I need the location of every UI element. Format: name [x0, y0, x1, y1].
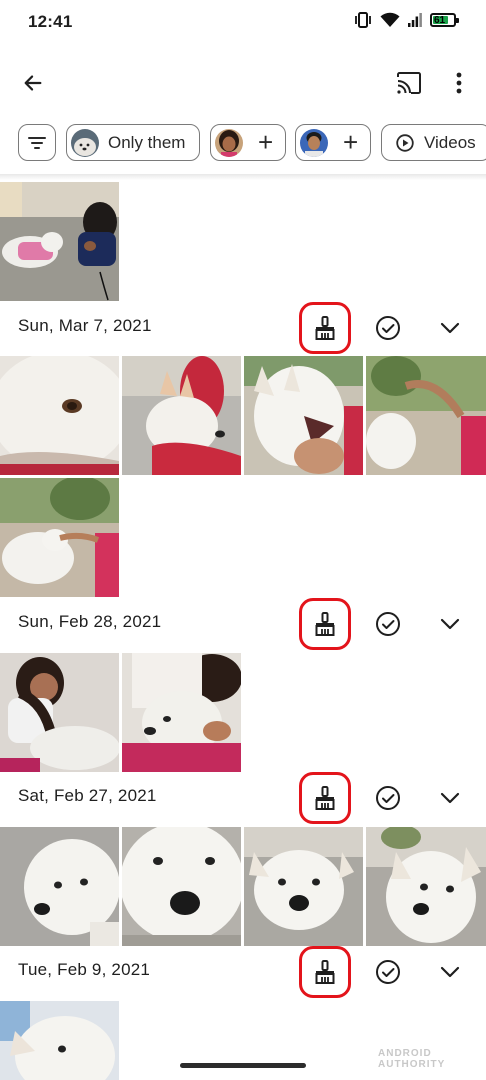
photo-thumbnail[interactable] [122, 356, 241, 475]
battery-icon: 61 [430, 13, 459, 27]
cast-icon [397, 72, 421, 94]
arrow-back-icon [24, 75, 42, 91]
broom-icon [315, 960, 335, 984]
videos-label: Videos [424, 132, 476, 152]
photo-thumbnail[interactable] [122, 827, 241, 946]
select-all-button[interactable] [374, 958, 402, 986]
date-header: Tue, Feb 9, 2021 [0, 946, 486, 998]
photo-thumbnail[interactable] [0, 1001, 119, 1080]
videos-chip[interactable]: Videos [381, 124, 486, 161]
more-vert-icon [456, 72, 462, 94]
person-avatar [300, 128, 328, 157]
photo-thumbnail[interactable] [244, 827, 363, 946]
play-circle-icon [396, 133, 414, 152]
top-app-bar [0, 56, 486, 110]
date-label: Sun, Mar 7, 2021 [18, 316, 152, 335]
watermark: ANDROID AUTHORITY [378, 1048, 446, 1070]
vibrate-icon [355, 12, 371, 28]
clean-up-button[interactable] [299, 772, 351, 824]
back-button[interactable] [16, 66, 50, 100]
photo-thumbnail[interactable] [0, 827, 119, 946]
date-header: Sun, Mar 7, 2021 [0, 302, 486, 354]
more-options-button[interactable] [442, 66, 476, 100]
photo-thumbnail[interactable] [366, 827, 486, 946]
photo-thumbnail[interactable] [0, 182, 119, 301]
status-icons: 61 [354, 12, 459, 28]
clean-up-button[interactable] [299, 946, 351, 998]
expand-button[interactable] [436, 784, 464, 812]
date-label: Tue, Feb 9, 2021 [18, 960, 151, 979]
photo-thumbnail[interactable] [0, 653, 119, 772]
broom-icon [315, 316, 335, 340]
add-person-chip-1[interactable]: + [210, 124, 286, 161]
check-circle-icon [376, 786, 400, 810]
date-header: Sun, Feb 28, 2021 [0, 598, 486, 650]
person-avatar [71, 128, 99, 157]
home-indicator[interactable] [180, 1063, 306, 1068]
person-avatar [215, 128, 243, 157]
chevron-down-icon [440, 322, 460, 334]
photo-thumbnail[interactable] [0, 356, 119, 475]
status-bar: 12:41 61 [0, 0, 486, 44]
signal-icon [408, 13, 422, 27]
expand-button[interactable] [436, 958, 464, 986]
date-header: Sat, Feb 27, 2021 [0, 772, 486, 824]
cast-button[interactable] [392, 66, 426, 100]
add-icon: + [343, 127, 359, 157]
clean-up-button[interactable] [299, 598, 351, 650]
date-label: Sun, Feb 28, 2021 [18, 612, 162, 631]
photo-thumbnail[interactable] [0, 478, 119, 597]
chevron-down-icon [440, 966, 460, 978]
chips-divider [0, 174, 486, 180]
clean-up-button[interactable] [299, 302, 351, 354]
broom-icon [315, 786, 335, 810]
only-them-chip[interactable]: Only them [66, 124, 200, 161]
photo-thumbnail[interactable] [366, 356, 486, 475]
expand-button[interactable] [436, 610, 464, 638]
select-all-button[interactable] [374, 784, 402, 812]
add-icon: + [258, 127, 274, 157]
date-label: Sat, Feb 27, 2021 [18, 786, 157, 805]
photo-thumbnail[interactable] [244, 356, 363, 475]
broom-icon [315, 612, 335, 636]
check-circle-icon [376, 960, 400, 984]
wifi-icon [380, 12, 400, 27]
select-all-button[interactable] [374, 314, 402, 342]
battery-level: 61 [434, 14, 446, 26]
chevron-down-icon [440, 792, 460, 804]
filter-chips: Only them + + Videos [0, 124, 486, 162]
status-time: 12:41 [28, 12, 73, 31]
select-all-button[interactable] [374, 610, 402, 638]
add-person-chip-2[interactable]: + [295, 124, 371, 161]
filter-list-icon [28, 136, 46, 149]
expand-button[interactable] [436, 314, 464, 342]
chevron-down-icon [440, 618, 460, 630]
only-them-label: Only them [108, 132, 186, 152]
photo-thumbnail[interactable] [122, 653, 241, 772]
check-circle-icon [376, 316, 400, 340]
filter-chip[interactable] [18, 124, 56, 161]
check-circle-icon [376, 612, 400, 636]
